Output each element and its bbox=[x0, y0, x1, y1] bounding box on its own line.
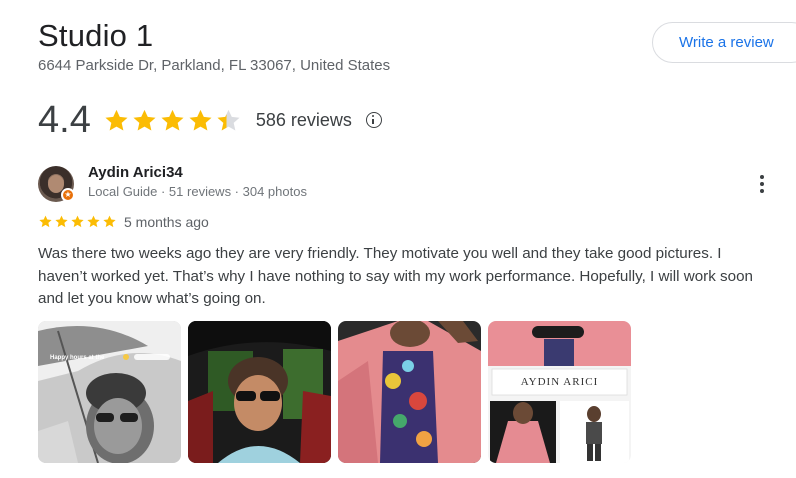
review-star-icon bbox=[71, 215, 84, 228]
rating-star-icon bbox=[161, 109, 184, 131]
reviewer-name[interactable]: Aydin Arici34 bbox=[88, 164, 183, 181]
review-time: 5 months ago bbox=[124, 214, 209, 230]
review-star-icon bbox=[103, 215, 116, 228]
more-options-icon[interactable] bbox=[752, 170, 772, 198]
review-count[interactable]: 586 reviews bbox=[256, 110, 352, 131]
review-star-icon bbox=[87, 215, 100, 228]
review-star-icon bbox=[55, 215, 68, 228]
reviewer-meta: Local Guide · 51 reviews · 304 photos bbox=[88, 184, 307, 199]
rating-stars bbox=[103, 107, 242, 134]
rating-star-icon bbox=[105, 109, 128, 131]
review-stars bbox=[38, 214, 117, 229]
place-title: Studio 1 bbox=[38, 18, 154, 53]
rating-star-icon bbox=[217, 109, 240, 131]
review-text: Was there two weeks ago they are very fr… bbox=[38, 245, 753, 307]
avatar[interactable]: ★ bbox=[38, 166, 75, 202]
rating-star-icon bbox=[133, 109, 156, 131]
collage-title: AYDIN ARICI bbox=[521, 376, 599, 388]
review-photo-3[interactable] bbox=[338, 321, 481, 463]
review-photo-2[interactable] bbox=[188, 321, 331, 463]
review-star-icon bbox=[39, 215, 52, 228]
review-photo-4[interactable]: AYDIN ARICI bbox=[488, 321, 631, 463]
rating-summary: 4.4 586 reviews bbox=[38, 98, 382, 142]
rating-value: 4.4 bbox=[38, 98, 91, 141]
local-guide-badge-icon: ★ bbox=[61, 188, 75, 202]
photo-caption: Happy hours at the bbox=[50, 355, 105, 361]
info-icon[interactable] bbox=[365, 112, 382, 128]
rating-star-icon bbox=[189, 109, 212, 131]
review-photos: Happy hours at the AYDIN ARICI bbox=[38, 321, 631, 463]
review-photo-1[interactable]: Happy hours at the bbox=[38, 321, 181, 463]
place-address: 6644 Parkside Dr, Parkland, FL 33067, Un… bbox=[38, 57, 391, 74]
write-review-button[interactable]: Write a review bbox=[652, 22, 796, 63]
